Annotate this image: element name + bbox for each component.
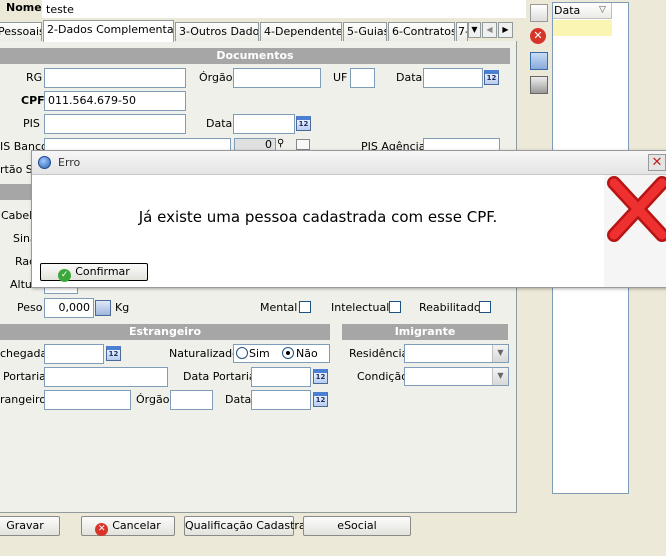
calendar-icon[interactable]: 12 [296, 116, 311, 131]
nao-label: Não [296, 347, 318, 360]
reabilitado-label: Reabilitado [419, 301, 481, 314]
rne-label: rangeiro [0, 393, 47, 406]
intelectual-label: Intelectual [331, 301, 390, 314]
pis-input[interactable] [44, 114, 186, 134]
cpf-label: CPF [21, 94, 45, 107]
tab-outros-dados[interactable]: 3-Outros Dados [175, 22, 259, 41]
data-portaria-label: Data Portaria [183, 370, 256, 383]
rne-orgao-label: Órgão [136, 393, 170, 406]
tab-dados-complementares[interactable]: 2-Dados Complementares [43, 20, 174, 42]
tab-7[interactable]: 7- [456, 22, 468, 41]
cancelar-label: Cancelar [112, 519, 161, 532]
altura-label: Altu [10, 278, 32, 291]
chevron-down-icon: ▼ [497, 371, 504, 380]
condicao-label: Condição [357, 370, 408, 383]
orgao-label: Órgão [199, 71, 233, 84]
uf-label: UF [333, 71, 348, 84]
pis-label: PIS [23, 117, 40, 130]
tab-menu-button[interactable]: ▼ [468, 22, 481, 38]
reabilitado-checkbox[interactable] [479, 301, 491, 313]
cpf-input[interactable]: 011.564.679-50 [44, 91, 186, 111]
peso-unit: Kg [115, 301, 130, 314]
intelectual-checkbox[interactable] [389, 301, 401, 313]
check-icon: ✓ [58, 269, 72, 282]
rne-orgao-input[interactable] [170, 390, 213, 410]
mental-checkbox[interactable] [299, 301, 311, 313]
calendar-icon[interactable]: 12 [484, 70, 499, 85]
cancel-icon: ✕ [95, 523, 109, 536]
data-portaria-input[interactable] [251, 367, 311, 387]
rne-data-input[interactable] [251, 390, 311, 410]
dialog-title: Erro [58, 156, 81, 169]
app-icon [38, 156, 51, 169]
section-fisico [0, 184, 34, 200]
calendar-icon[interactable]: 12 [313, 369, 328, 384]
calendar-icon[interactable]: 12 [106, 346, 121, 361]
calendar-icon[interactable]: 12 [313, 392, 328, 407]
error-dialog: Erro ✕ Já existe uma pessoa cadastrada c… [31, 150, 666, 288]
arrow-left-icon: ◀ [486, 25, 493, 34]
chevron-down-icon: ▼ [497, 348, 504, 357]
nao-radio[interactable] [282, 347, 294, 359]
peso-input[interactable]: 0,000 [44, 298, 94, 318]
portaria-input[interactable] [44, 367, 168, 387]
list-icon[interactable] [296, 139, 310, 150]
calculator-icon[interactable] [95, 300, 111, 316]
chevron-down-icon: ▼ [471, 25, 478, 34]
orgao-input[interactable] [233, 68, 321, 88]
edit-icon[interactable] [530, 4, 548, 22]
naturalizado-label: Naturalizado [169, 347, 239, 360]
gravar-button[interactable]: Gravar [0, 516, 60, 536]
confirmar-label: Confirmar [75, 265, 130, 278]
data-input[interactable] [423, 68, 483, 88]
search-icon[interactable]: ⚲ [277, 138, 287, 150]
pis-data-input[interactable] [233, 114, 295, 134]
tab-pessoais[interactable]: Pessoais [0, 22, 42, 41]
nome-input[interactable]: teste [42, 0, 526, 18]
dialog-message: Já existe uma pessoa cadastrada com esse… [138, 208, 498, 226]
tab-guias[interactable]: 5-Guias [343, 22, 387, 41]
residencia-label: Residência [349, 347, 409, 360]
confirmar-button[interactable]: ✓ Confirmar [40, 263, 148, 282]
portaria-label: Portaria [3, 370, 46, 383]
dialog-titlebar[interactable]: Erro ✕ [32, 151, 666, 175]
section-estrangeiro: Estrangeiro [0, 324, 330, 340]
rg-label: RG [26, 71, 43, 84]
side-list-selected-row[interactable] [553, 20, 612, 36]
qualificacao-cadastral-button[interactable]: Qualificação Cadastral [184, 516, 309, 536]
chegada-input[interactable] [44, 344, 104, 364]
rne-data-label: Data [225, 393, 252, 406]
sim-radio[interactable] [236, 347, 248, 359]
uf-input[interactable] [350, 68, 375, 88]
arrow-right-icon: ▶ [502, 25, 509, 34]
tab-scroll-left[interactable]: ◀ [482, 22, 497, 38]
print-icon[interactable] [530, 76, 548, 94]
window-icon[interactable] [530, 52, 548, 70]
close-icon[interactable]: ✕ [648, 154, 666, 171]
filter-icon[interactable]: ▽ [599, 3, 606, 17]
cancelar-button[interactable]: ✕ Cancelar [81, 516, 175, 536]
side-list-header-label: Data [554, 4, 581, 17]
condicao-dropdown[interactable]: ▼ [492, 368, 508, 385]
section-imigrante: Imigrante [342, 324, 508, 340]
data-label: Data [396, 71, 423, 84]
error-icon [604, 175, 666, 287]
tab-dependentes[interactable]: 4-Dependentes [260, 22, 342, 41]
tab-scroll-right[interactable]: ▶ [498, 22, 513, 38]
rg-input[interactable] [44, 68, 186, 88]
side-list-header[interactable]: Data ▽ [553, 3, 612, 19]
pis-data-label: Data [206, 117, 233, 130]
nome-label: Nome [6, 1, 42, 14]
tab-contratos[interactable]: 6-Contratos [388, 22, 455, 41]
esocial-button[interactable]: eSocial [303, 516, 411, 536]
section-documentos: Documentos [0, 48, 510, 64]
sim-label: Sim [249, 347, 270, 360]
residencia-dropdown[interactable]: ▼ [492, 345, 508, 362]
mental-label: Mental [260, 301, 298, 314]
peso-label: Peso [17, 301, 43, 314]
delete-icon[interactable]: ✕ [530, 28, 548, 46]
rne-input[interactable] [44, 390, 131, 410]
chegada-label: chegada [0, 347, 48, 360]
